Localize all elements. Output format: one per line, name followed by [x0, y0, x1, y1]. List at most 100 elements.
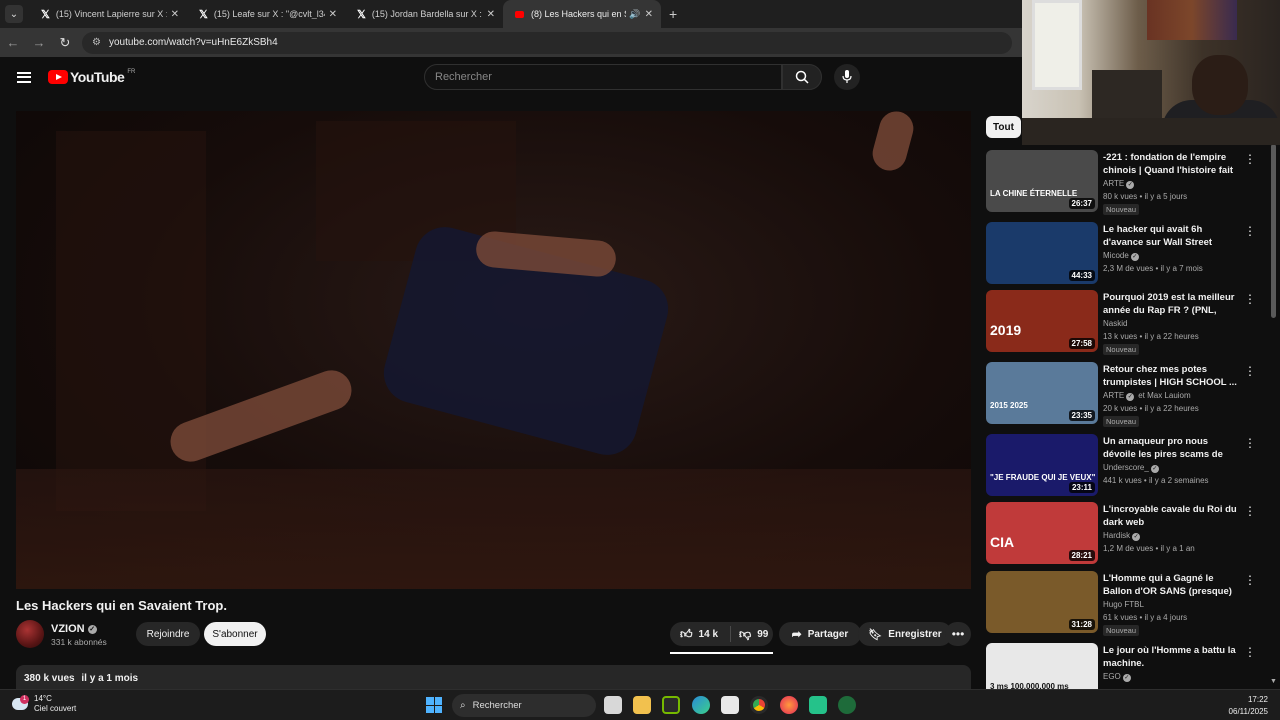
more-vertical-icon[interactable]: ⋮ [1244, 436, 1256, 450]
dislike-button[interactable]: 👎︎ 99 [731, 627, 768, 642]
browser-tab[interactable]: 𝕏 (15) Jordan Bardella sur X : "Ce ✕ [345, 0, 503, 28]
channel-name[interactable]: VZION ✓ [51, 623, 97, 635]
back-icon[interactable]: ← [0, 35, 26, 50]
file-explorer-icon[interactable] [633, 696, 651, 714]
video-thumbnail[interactable]: "JE FRAUDE QUI JE VEUX" 23:11 [986, 434, 1098, 496]
scroll-down-icon[interactable]: ▼ [1270, 678, 1277, 685]
browser-tab[interactable]: 𝕏 (15) Leafe sur X : "@cvlt_l34d3r ✕ [187, 0, 345, 28]
more-vertical-icon[interactable]: ⋮ [1244, 292, 1256, 306]
more-actions-button[interactable]: ••• [945, 622, 971, 646]
tab-search-chevron-icon[interactable]: ⌄ [5, 5, 23, 23]
video-thumbnail[interactable]: 31:28 [986, 571, 1098, 633]
close-tab-icon[interactable]: ✕ [329, 9, 337, 20]
recommendation-title[interactable]: Le hacker qui avait 6h d'avance sur Wall… [1103, 223, 1243, 249]
reload-icon[interactable]: ↻ [52, 35, 78, 51]
app-icon[interactable] [809, 696, 827, 714]
recommendation-channel[interactable]: ARTE ✓ [1103, 179, 1135, 189]
webcam-person-head [1192, 55, 1248, 115]
close-tab-icon[interactable]: ✕ [171, 9, 179, 20]
recommendation-title[interactable]: Retour chez mes potes trumpistes | HIGH … [1103, 363, 1243, 389]
weather-widget[interactable]: 1 14°C Ciel couvert [12, 694, 76, 714]
app-icon-2[interactable] [838, 696, 856, 714]
more-vertical-icon[interactable]: ⋮ [1244, 645, 1256, 659]
share-label: Partager [807, 628, 849, 640]
recommendation-channel[interactable]: Micode ✓ [1103, 251, 1139, 261]
recommendation-item[interactable]: LA CHINE ÉTERNELLE 26:37 -221 : fondation … [986, 150, 1266, 216]
subscribe-button[interactable]: S'abonner [204, 622, 266, 646]
meta-separator: • [1137, 404, 1145, 413]
youtube-header: YouTube FR Rechercher [0, 57, 1022, 97]
browser-tab[interactable]: 𝕏 (15) Vincent Lapierre sur X : "Il est … [29, 0, 187, 28]
task-view-icon[interactable] [604, 696, 622, 714]
like-button[interactable]: 👍︎ 14 k [670, 627, 730, 642]
recommendation-item[interactable]: 2015 2025 23:35 Retour chez mes potes trum… [986, 362, 1266, 428]
url-field[interactable]: ⚙ youtube.com/watch?v=uHnE6ZkSBh4 [82, 31, 1012, 54]
recommendation-title[interactable]: Pourquoi 2019 est la meilleur année du R… [1103, 291, 1243, 318]
recommendation-meta: 2,3 M de vues • il y a 7 mois [1103, 264, 1203, 273]
channel-avatar[interactable] [16, 620, 44, 648]
tab-title: (15) Leafe sur X : "@cvlt_l34d3r [213, 9, 325, 19]
close-tab-icon[interactable]: ✕ [645, 9, 653, 20]
video-thumbnail[interactable]: 2015 2025 23:35 [986, 362, 1098, 424]
video-thumbnail[interactable]: LA CHINE ÉTERNELLE 26:37 [986, 150, 1098, 212]
verified-icon: ✓ [1150, 465, 1159, 473]
chrome-icon[interactable] [750, 696, 768, 714]
new-tab-icon[interactable]: + [669, 6, 677, 22]
join-button[interactable]: Rejoindre [136, 622, 200, 646]
search-input[interactable]: Rechercher [424, 64, 782, 90]
recommendation-channel[interactable]: Hugo FTBL [1103, 600, 1144, 609]
forward-icon[interactable]: → [26, 35, 52, 50]
recommendation-title[interactable]: Le jour où l'Homme a battu la machine. [1103, 644, 1243, 670]
search-placeholder: Rechercher [435, 71, 492, 83]
firefox-icon[interactable] [780, 696, 798, 714]
recommendation-channel[interactable]: Hardisk ✓ [1103, 531, 1141, 541]
recommendation-item[interactable]: 44:33 Le hacker qui avait 6h d'avance sur… [986, 222, 1266, 288]
voice-search-button[interactable] [834, 64, 860, 90]
chip-all[interactable]: Tout [986, 116, 1021, 138]
recommendation-item[interactable]: "JE FRAUDE QUI JE VEUX" 23:11 Un arnaqueur… [986, 434, 1266, 500]
recommendation-item[interactable]: 31:28 L'Homme qui a Gagné le Ballon d'OR … [986, 571, 1266, 637]
view-count: 13 k vues [1103, 332, 1138, 341]
video-thumbnail[interactable]: 2019 27:58 [986, 290, 1098, 352]
recommendation-channel[interactable]: ARTE ✓ et Max Lauiom [1103, 391, 1191, 401]
more-vertical-icon[interactable]: ⋮ [1244, 152, 1256, 166]
view-count: 2,3 M de vues [1103, 264, 1154, 273]
search-button[interactable] [782, 64, 822, 90]
share-button[interactable]: ➦ Partager [779, 622, 861, 646]
close-tab-icon[interactable]: ✕ [487, 9, 495, 20]
recommendation-title[interactable]: Un arnaqueur pro nous dévoile les pires … [1103, 435, 1243, 462]
logo-text: YouTube [70, 69, 125, 85]
microphone-icon [842, 70, 852, 83]
edge-icon[interactable] [692, 696, 710, 714]
start-button[interactable] [426, 697, 442, 713]
save-button[interactable]: 🔖︎ Enregistrer [858, 622, 952, 646]
system-clock[interactable]: 17:22 06/11/2025 [1229, 694, 1268, 718]
recommendation-channel[interactable]: EGO ✓ [1103, 672, 1131, 682]
recommendation-channel[interactable]: Naskid [1103, 319, 1127, 328]
browser-tab-active[interactable]: (8) Les Hackers qui en Savaient 🔊 ✕ [503, 0, 661, 28]
channel-extra-text: et Max Lauiom [1138, 391, 1191, 400]
menu-icon[interactable] [17, 71, 31, 83]
youtube-logo[interactable]: YouTube FR [48, 69, 135, 85]
recommendation-item[interactable]: 2019 27:58 Pourquoi 2019 est la meilleur a… [986, 290, 1266, 356]
recommendation-channel[interactable]: Underscore_ ✓ [1103, 463, 1159, 473]
description-box[interactable]: 380 k vues il y a 1 mois [16, 665, 971, 689]
site-info-icon[interactable]: ⚙ [92, 37, 101, 48]
duration-badge: 23:11 [1068, 482, 1095, 493]
recommendation-title[interactable]: L'Homme qui a Gagné le Ballon d'OR SANS … [1103, 572, 1243, 599]
recommendation-title[interactable]: L'incroyable cavale du Roi du dark web [1103, 503, 1243, 529]
more-vertical-icon[interactable]: ⋮ [1244, 573, 1256, 587]
speaker-icon[interactable]: 🔊 [629, 9, 640, 20]
recommendation-item[interactable]: CIA 28:21 L'incroyable cavale du Roi du da… [986, 502, 1266, 568]
video-thumbnail[interactable]: 44:33 [986, 222, 1098, 284]
nvidia-icon[interactable] [662, 696, 680, 714]
store-icon[interactable] [721, 696, 739, 714]
more-vertical-icon[interactable]: ⋮ [1244, 224, 1256, 238]
recommendation-title[interactable]: -221 : fondation de l'empire chinois | Q… [1103, 151, 1243, 178]
more-vertical-icon[interactable]: ⋮ [1244, 504, 1256, 518]
sidebar-scrollbar[interactable] [1271, 144, 1276, 318]
taskbar-search[interactable]: ⌕ Rechercher [452, 694, 596, 717]
more-vertical-icon[interactable]: ⋮ [1244, 364, 1256, 378]
video-thumbnail[interactable]: CIA 28:21 [986, 502, 1098, 564]
video-player[interactable] [16, 111, 971, 589]
